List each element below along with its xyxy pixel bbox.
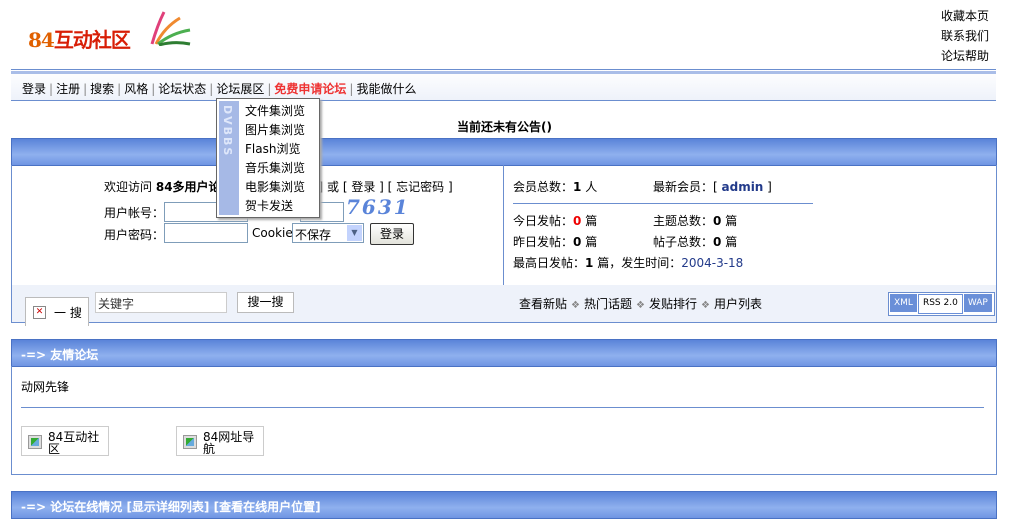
- link-new-posts[interactable]: 查看新贴: [519, 297, 567, 311]
- menu-register[interactable]: 注册: [56, 82, 80, 96]
- dropdown-item[interactable]: 文件集浏览: [245, 102, 305, 121]
- main-menu: 登录 | 注册 | 搜索 | 风格 | 论坛状态 | 论坛展区 | 免费申请论坛 | 我能做什么: [22, 82, 417, 96]
- quick-links: 查看新贴 ❖ 热门话题 ❖ 发贴排行 ❖ 用户列表: [519, 295, 762, 312]
- logo-leaf-icon: [150, 11, 191, 46]
- stat-posts: 帖子总数：0 篇: [653, 235, 738, 249]
- newest-member-link[interactable]: admin: [722, 180, 764, 194]
- stat-today: 今日发帖：0 篇: [513, 214, 598, 228]
- close-icon[interactable]: ✕: [33, 306, 46, 319]
- diamond-icon: ❖: [636, 300, 645, 311]
- welcome-links[interactable]: 册] 或 [ 登录 ] [ 忘记密码 ]: [307, 180, 453, 194]
- menu-login[interactable]: 登录: [22, 82, 46, 96]
- menu-style[interactable]: 风格: [124, 82, 148, 96]
- contact-link[interactable]: 联系我们: [941, 26, 989, 46]
- showcase-dropdown-menu: DVBBS 文件集浏览 图片集浏览 Flash浏览 音乐集浏览 电影集浏览 贺卡…: [216, 98, 320, 218]
- dropdown-item[interactable]: 音乐集浏览: [245, 159, 305, 178]
- dropdown-item[interactable]: Flash浏览: [245, 140, 305, 159]
- chevron-down-icon[interactable]: ▼: [347, 225, 362, 241]
- username-label: 用户帐号：: [104, 206, 165, 220]
- menu-what-can-i-do[interactable]: 我能做什么: [356, 82, 416, 96]
- feed-badges: XML RSS 2.0 WAP: [888, 292, 995, 316]
- login-button[interactable]: 登录: [370, 223, 414, 245]
- dropdown-item[interactable]: 图片集浏览: [245, 121, 305, 140]
- stat-topics: 主题总数：0 篇: [653, 214, 738, 228]
- link-post-ranking[interactable]: 发贴排行: [649, 297, 697, 311]
- bookmark-link[interactable]: 收藏本页: [941, 6, 989, 26]
- search-button[interactable]: 搜一搜: [237, 292, 294, 313]
- panel-divider: [503, 165, 504, 285]
- search-tab[interactable]: ✕ 一 搜: [25, 297, 89, 326]
- cookie-label: Cookie: [252, 226, 293, 240]
- rss-badge[interactable]: RSS 2.0: [917, 294, 963, 314]
- stat-max-day: 最高日发帖：1 篇，发生时间：2004-3-18: [513, 256, 744, 270]
- announcement[interactable]: 当前还未有公告(): [0, 118, 1009, 135]
- friend-logo-link[interactable]: 84网址导航: [176, 426, 264, 456]
- section-header-bar: [11, 138, 997, 166]
- dropdown-sidebar: DVBBS: [219, 101, 239, 215]
- xml-badge[interactable]: XML: [890, 294, 917, 312]
- top-links: 收藏本页 联系我们 论坛帮助: [941, 6, 989, 66]
- dropdown-item[interactable]: 贺卡发送: [245, 197, 305, 216]
- stat-newest-member: 最新会员：[ admin ]: [653, 180, 772, 194]
- diamond-icon: ❖: [571, 300, 580, 311]
- link-user-list[interactable]: 用户列表: [714, 297, 762, 311]
- password-label: 用户密码：: [104, 228, 165, 242]
- logo-text: 84互动社区: [28, 28, 131, 52]
- online-title[interactable]: -=> 论坛在线情况 [显示详细列表] [查看在线用户位置]: [21, 498, 321, 515]
- dropdown-item[interactable]: 电影集浏览: [245, 178, 305, 197]
- friends-divider: [21, 407, 984, 408]
- link-hot-topics[interactable]: 热门话题: [584, 297, 632, 311]
- online-header: -=> 论坛在线情况 [显示详细列表] [查看在线用户位置]: [11, 491, 997, 519]
- menu-showcase[interactable]: 论坛展区: [216, 82, 264, 96]
- friend-logo-link[interactable]: 84互动社区: [21, 426, 109, 456]
- stat-members: 会员总数：1 人: [513, 180, 598, 194]
- broken-image-icon: [28, 435, 42, 449]
- cookie-select[interactable]: 不保存 ▼: [292, 223, 364, 243]
- stat-yesterday: 昨日发帖：0 篇: [513, 235, 598, 249]
- broken-image-icon: [183, 435, 197, 449]
- diamond-icon: ❖: [700, 300, 710, 311]
- help-link[interactable]: 论坛帮助: [941, 46, 989, 66]
- password-input[interactable]: [164, 223, 248, 243]
- captcha-image: 7631: [346, 195, 410, 219]
- keyword-input[interactable]: 关键字: [95, 292, 227, 313]
- friends-header: -=> 友情论坛: [11, 339, 997, 367]
- stats-divider: [513, 203, 813, 204]
- site-logo[interactable]: 84互动社区: [28, 11, 198, 54]
- menu-search[interactable]: 搜索: [90, 82, 114, 96]
- menu-status[interactable]: 论坛状态: [158, 82, 206, 96]
- wap-badge[interactable]: WAP: [963, 294, 992, 312]
- menu-apply-forum[interactable]: 免费申请论坛: [274, 82, 346, 96]
- friends-title: -=> 友情论坛: [21, 348, 99, 362]
- friends-panel: [11, 366, 997, 475]
- friend-forum-link[interactable]: 动网先锋: [21, 378, 69, 395]
